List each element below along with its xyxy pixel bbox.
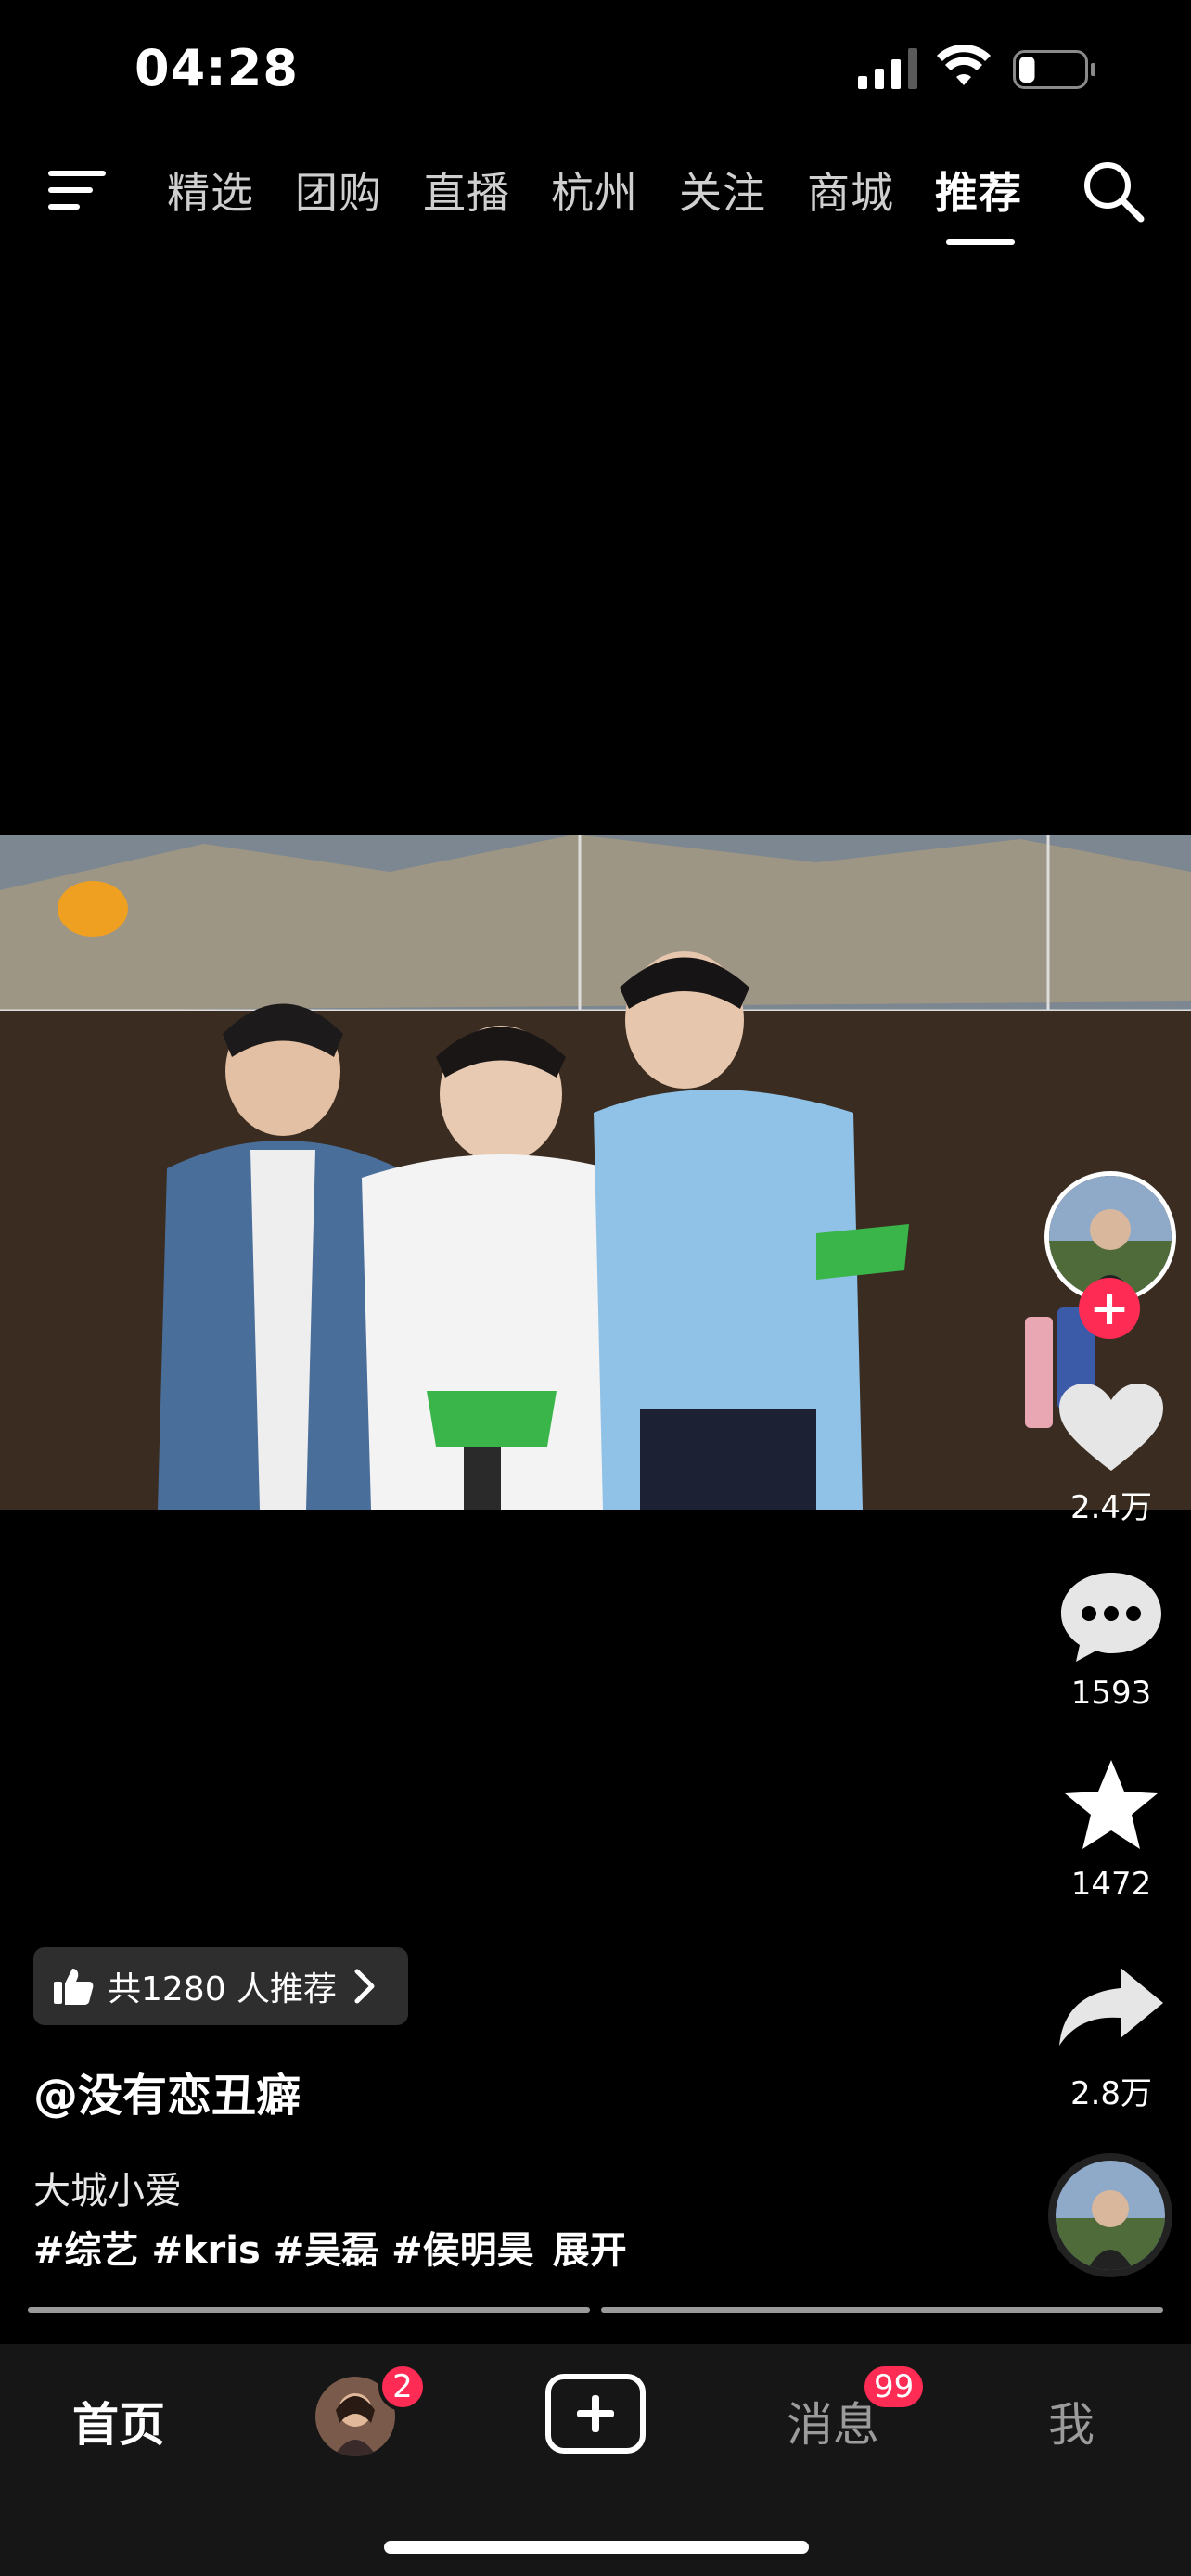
progress-segment-2	[601, 2307, 1163, 2313]
nav-home[interactable]: 首页	[72, 2388, 165, 2455]
messages-badge: 99	[861, 2363, 928, 2411]
search-icon[interactable]	[1082, 159, 1145, 223]
tab-mall[interactable]: 商城	[807, 159, 935, 221]
favorite-count: 1472	[1070, 1866, 1152, 1903]
create-post-button[interactable]	[545, 2374, 646, 2454]
thumbs-up-icon	[54, 1969, 94, 2005]
tab-following[interactable]: 关注	[679, 159, 807, 221]
top-tabs: 精选 团购 直播 杭州 关注 商城 推荐	[167, 159, 1063, 245]
post-tags: #综艺 #kris #吴磊 #侯明昊 展开	[33, 2220, 627, 2274]
tab-recommended[interactable]: 推荐	[935, 159, 1063, 245]
recommend-chip[interactable]: 共1280 人推荐	[33, 1947, 408, 2025]
chevron-right-icon	[354, 1969, 375, 2004]
tab-live[interactable]: 直播	[423, 159, 551, 221]
menu-icon[interactable]	[48, 167, 106, 215]
cellular-signal-icon	[858, 48, 917, 89]
recommend-text: 共1280 人推荐	[108, 1970, 338, 2009]
like-count: 2.4万	[1069, 1489, 1153, 1526]
share-count: 2.8万	[1069, 2075, 1153, 2112]
progress-segment-1	[28, 2307, 590, 2313]
author-name[interactable]: @没有恋丑癖	[33, 2059, 301, 2123]
like-icon[interactable]	[1054, 1380, 1169, 1476]
music-disc[interactable]	[1048, 2153, 1172, 2277]
expand-button[interactable]: 展开	[553, 2229, 627, 2272]
music-disc-cover	[1056, 2161, 1165, 2270]
video-frame-image	[0, 835, 1191, 1510]
follow-button[interactable]: +	[1079, 1278, 1140, 1339]
plus-icon	[577, 2395, 614, 2432]
hashtags[interactable]: #综艺 #kris #吴磊 #侯明昊	[33, 2229, 534, 2272]
comment-count: 1593	[1070, 1675, 1152, 1712]
home-indicator	[384, 2541, 809, 2554]
friends-badge: 2	[378, 2363, 427, 2411]
nav-me[interactable]: 我	[1048, 2388, 1095, 2455]
post-caption: 大城小爱	[33, 2170, 182, 2213]
status-time: 04:28	[134, 39, 299, 97]
tab-featured[interactable]: 精选	[167, 159, 295, 221]
wifi-icon	[937, 45, 991, 85]
battery-icon	[1013, 50, 1095, 89]
favorite-star-icon[interactable]	[1054, 1758, 1169, 1855]
tab-local-city[interactable]: 杭州	[551, 159, 679, 221]
tab-group-buy[interactable]: 团购	[295, 159, 423, 221]
share-icon[interactable]	[1054, 1958, 1169, 2055]
comment-icon[interactable]	[1054, 1567, 1169, 1664]
video-player[interactable]	[0, 835, 1191, 1510]
